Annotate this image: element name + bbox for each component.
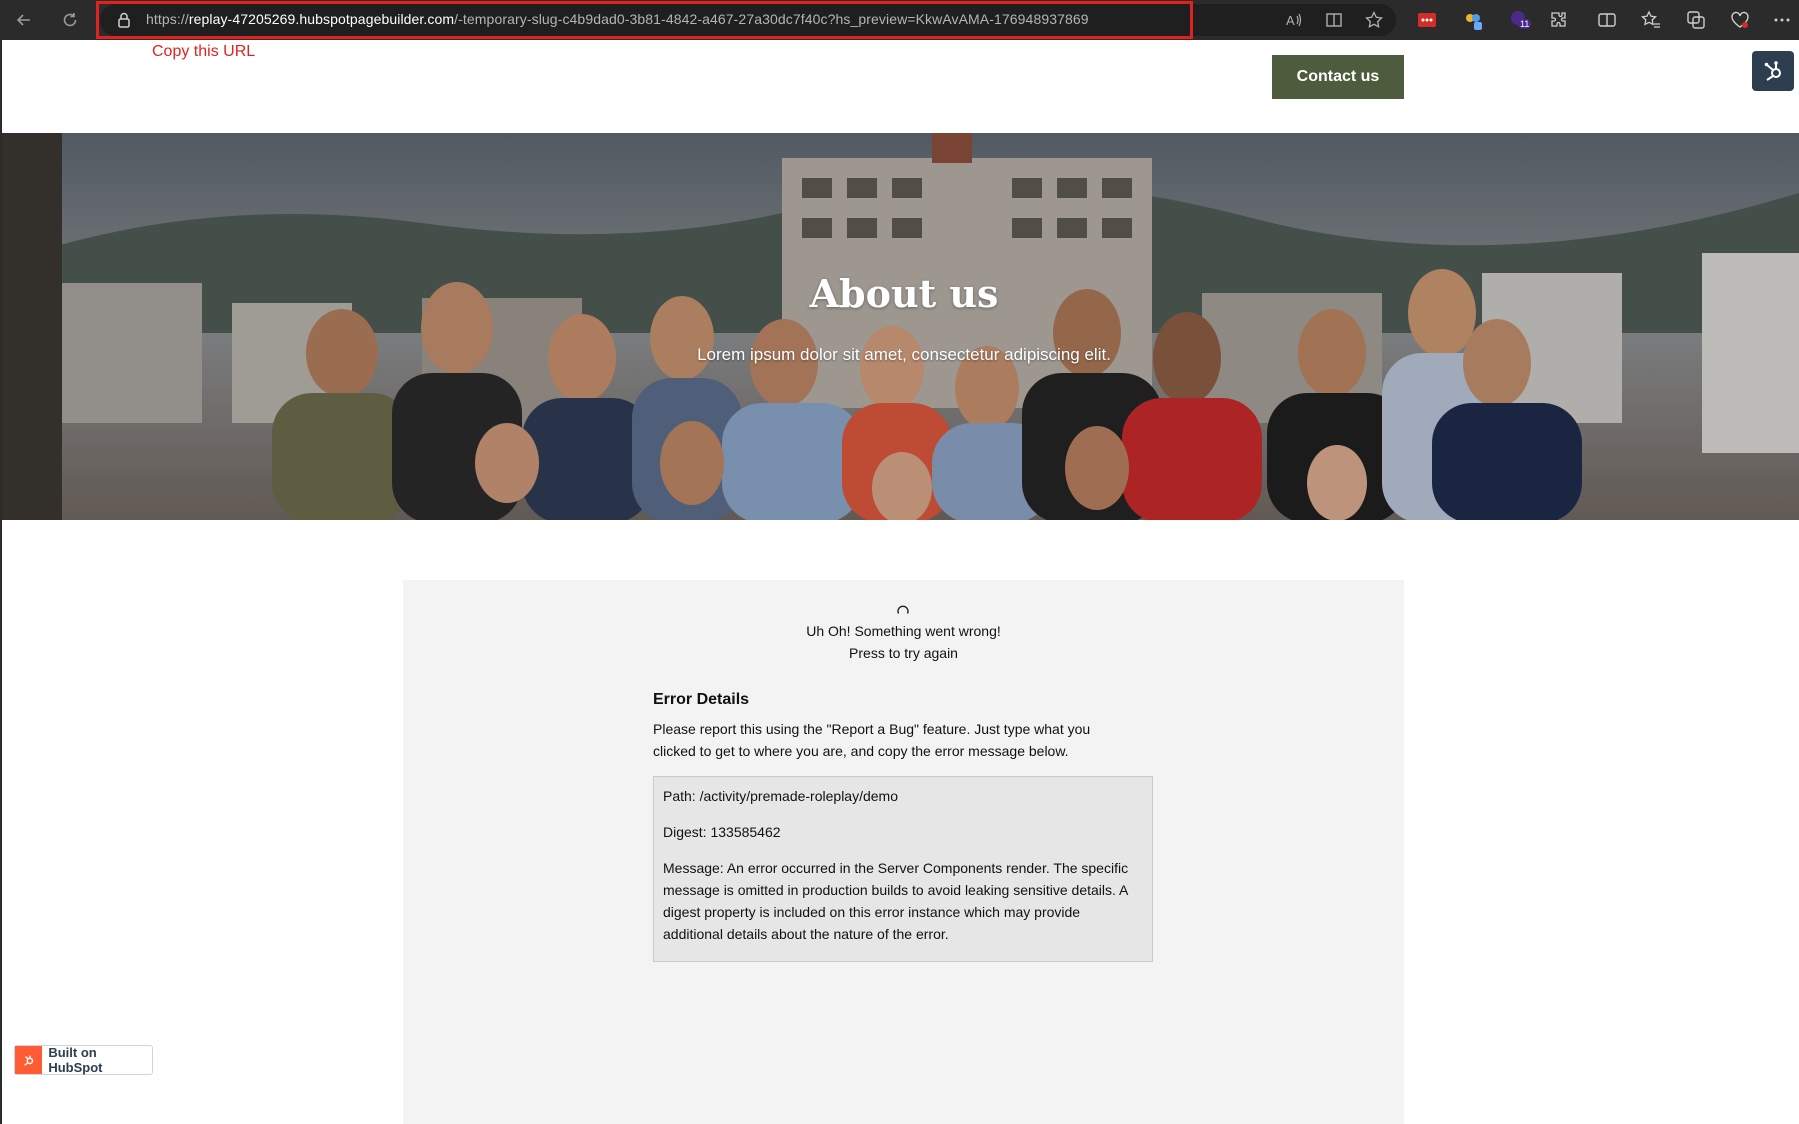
more-options-icon[interactable] (1771, 9, 1793, 31)
error-panel: Uh Oh! Something went wrong! Press to tr… (403, 580, 1404, 1124)
error-details-description: Please report this using the "Report a B… (653, 721, 1091, 759)
error-details-title: Error Details (653, 691, 750, 708)
color-picker-extension-icon[interactable] (1462, 9, 1484, 31)
url-text[interactable]: https://replay-47205269.hubspotpagebuild… (146, 11, 1089, 27)
hero-subtitle: Lorem ipsum dolor sit amet, consectetur … (697, 345, 1111, 364)
back-arrow-icon[interactable] (12, 8, 36, 32)
collections-icon[interactable] (1685, 9, 1707, 31)
hero-banner: About us Lorem ipsum dolor sit amet, con… (2, 133, 1799, 520)
reload-icon[interactable] (58, 8, 82, 32)
built-on-hubspot-badge[interactable]: Built on HubSpot (14, 1045, 153, 1075)
copy-url-annotation: Copy this URL (152, 43, 256, 60)
immersive-reader-icon[interactable] (1324, 10, 1344, 30)
favorites-icon[interactable] (1640, 9, 1662, 31)
favorite-star-icon[interactable] (1364, 10, 1384, 30)
hubspot-sprocket-icon[interactable] (1752, 51, 1794, 91)
error-digest: Digest: 133585462 (663, 824, 781, 840)
split-screen-icon[interactable] (1596, 9, 1618, 31)
retry-spinner-icon[interactable] (896, 604, 910, 618)
extension-with-badge[interactable]: 11 (1508, 8, 1532, 32)
lock-icon (118, 12, 130, 28)
extensions-icon[interactable] (1548, 9, 1570, 31)
extension-badge: 11 (1518, 19, 1532, 29)
error-message: Message: An error occurred in the Server… (663, 860, 1129, 942)
svg-text:A: A (1286, 13, 1295, 28)
web-page: Copy this URL Contact us About us Lorem … (2, 40, 1799, 1124)
hubspot-logo-icon (15, 1046, 43, 1074)
error-path: Path: /activity/premade-roleplay/demo (663, 788, 898, 804)
try-again-link[interactable]: Press to try again (403, 645, 1404, 661)
badge-label: Built on HubSpot (48, 1045, 103, 1075)
read-aloud-icon[interactable]: A (1284, 10, 1304, 30)
browser-toolbar: https://replay-47205269.hubspotpagebuild… (0, 0, 1799, 40)
hero-title: About us (809, 271, 999, 316)
error-headline: Uh Oh! Something went wrong! (806, 623, 1001, 639)
url-domain: replay-47205269.hubspotpagebuilder.com (188, 11, 455, 27)
url-path: /-temporary-slug-c4b9dad0-3b81-4842-a467… (454, 11, 1089, 27)
lastpass-extension-icon[interactable] (1416, 9, 1438, 31)
browser-essentials-icon[interactable] (1729, 9, 1751, 31)
contact-us-button[interactable]: Contact us (1272, 55, 1404, 99)
error-message-box: Path: /activity/premade-roleplay/demo Di… (653, 776, 1153, 962)
team-photo (2, 133, 1799, 520)
